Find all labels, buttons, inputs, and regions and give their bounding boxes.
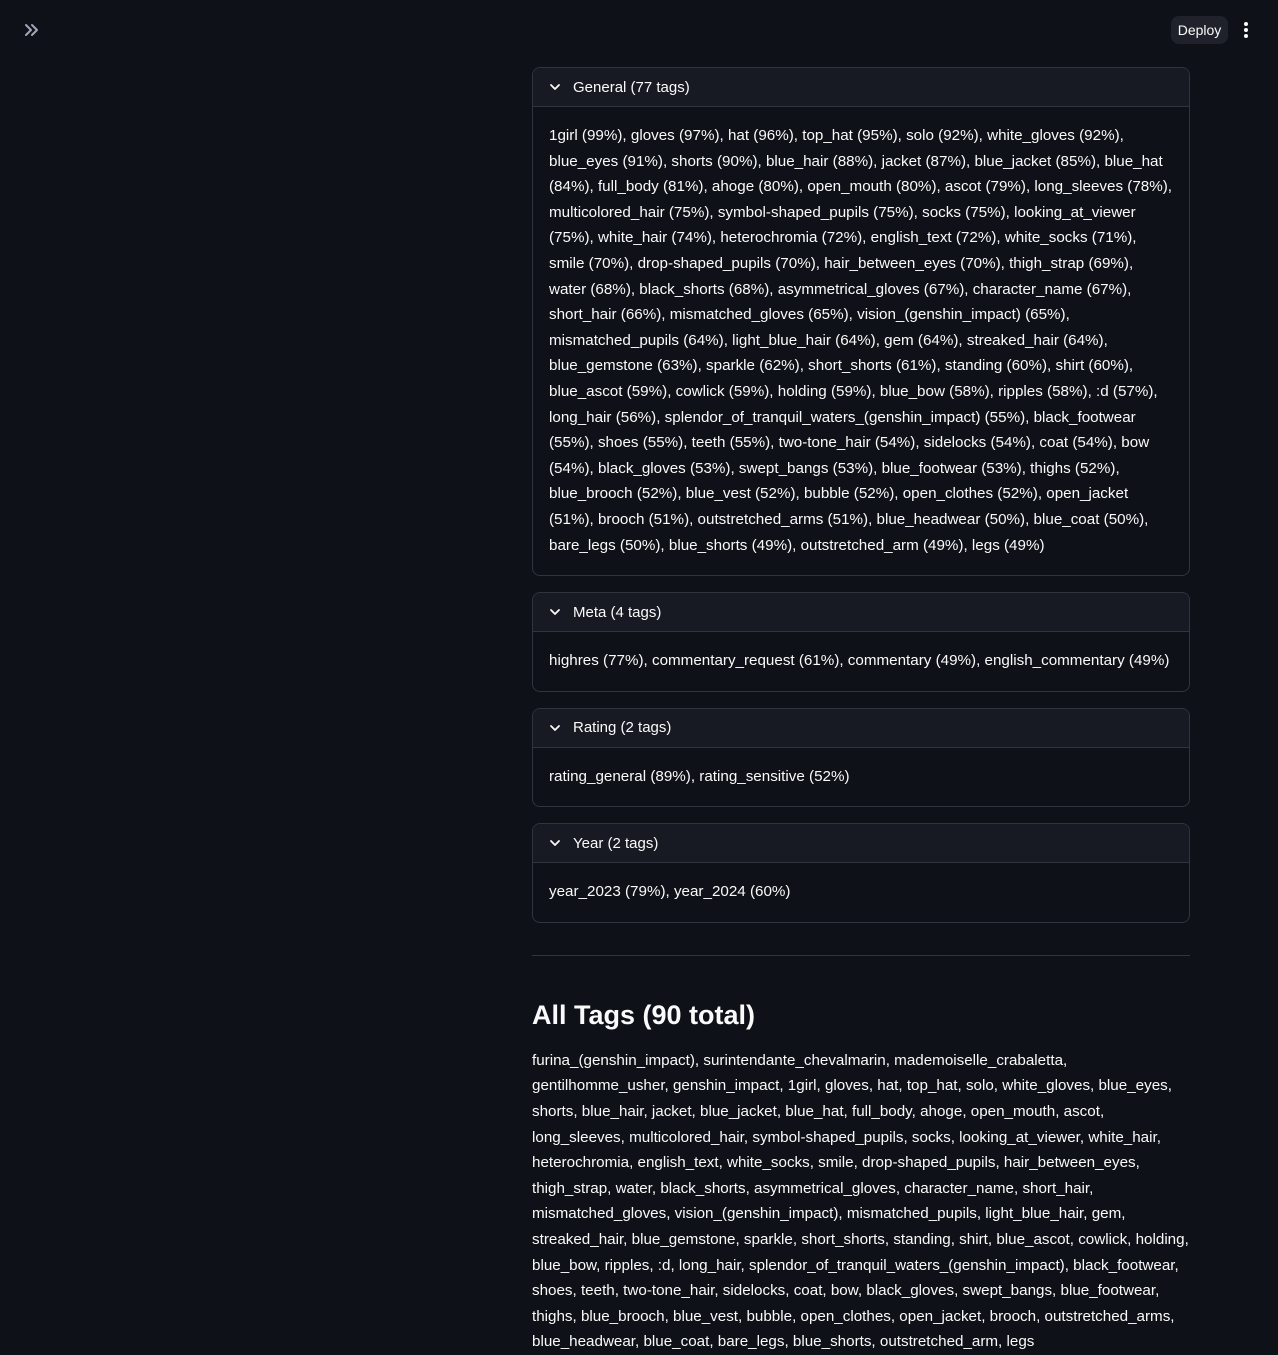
chevron-down-icon (549, 81, 561, 93)
expander-header-general[interactable]: General (77 tags) (533, 68, 1189, 107)
expander-header-year[interactable]: Year (2 tags) (533, 824, 1189, 864)
expander-content: highres (77%), commentary_request (61%),… (549, 652, 1170, 670)
kebab-menu-icon (1244, 22, 1248, 38)
deploy-button[interactable]: Deploy (1171, 16, 1228, 44)
expander-header-rating[interactable]: Rating (2 tags) (533, 708, 1189, 748)
all-tags-text: furina_(genshin_impact), surintendante_c… (532, 1051, 1189, 1351)
expander-title: Meta (4 tags) (573, 603, 662, 621)
expander-rating: Rating (2 tags) rating_general (89%), ra… (532, 707, 1190, 808)
main-content: General (77 tags) 1girl (99%), gloves (9… (532, 67, 1190, 1355)
expander-content: year_2023 (79%), year_2024 (60%) (549, 883, 791, 901)
app-header: Deploy (0, 0, 1278, 60)
double-chevron-right-icon (25, 24, 38, 36)
chevron-down-icon (549, 837, 561, 849)
expander-title: Rating (2 tags) (573, 719, 672, 737)
divider (532, 954, 1190, 956)
expander-general: General (77 tags) 1girl (99%), gloves (9… (532, 67, 1190, 577)
chevron-down-icon (549, 606, 561, 618)
expander-title: General (77 tags) (573, 78, 690, 96)
expander-content: 1girl (99%), gloves (97%), hat (96%), to… (549, 127, 1173, 554)
expander-content: rating_general (89%), rating_sensitive (… (549, 767, 850, 785)
expander-year: Year (2 tags) year_2023 (79%), year_2024… (532, 823, 1190, 923)
expander-header-meta[interactable]: Meta (4 tags) (533, 593, 1189, 633)
expand-sidebar-button[interactable] (20, 18, 44, 42)
chevron-down-icon (549, 722, 561, 734)
all-tags-heading: All Tags (90 total) (532, 999, 756, 1030)
main-menu-button[interactable] (1236, 18, 1256, 42)
expander-meta: Meta (4 tags) highres (77%), commentary_… (532, 592, 1190, 692)
expander-title: Year (2 tags) (573, 834, 659, 852)
